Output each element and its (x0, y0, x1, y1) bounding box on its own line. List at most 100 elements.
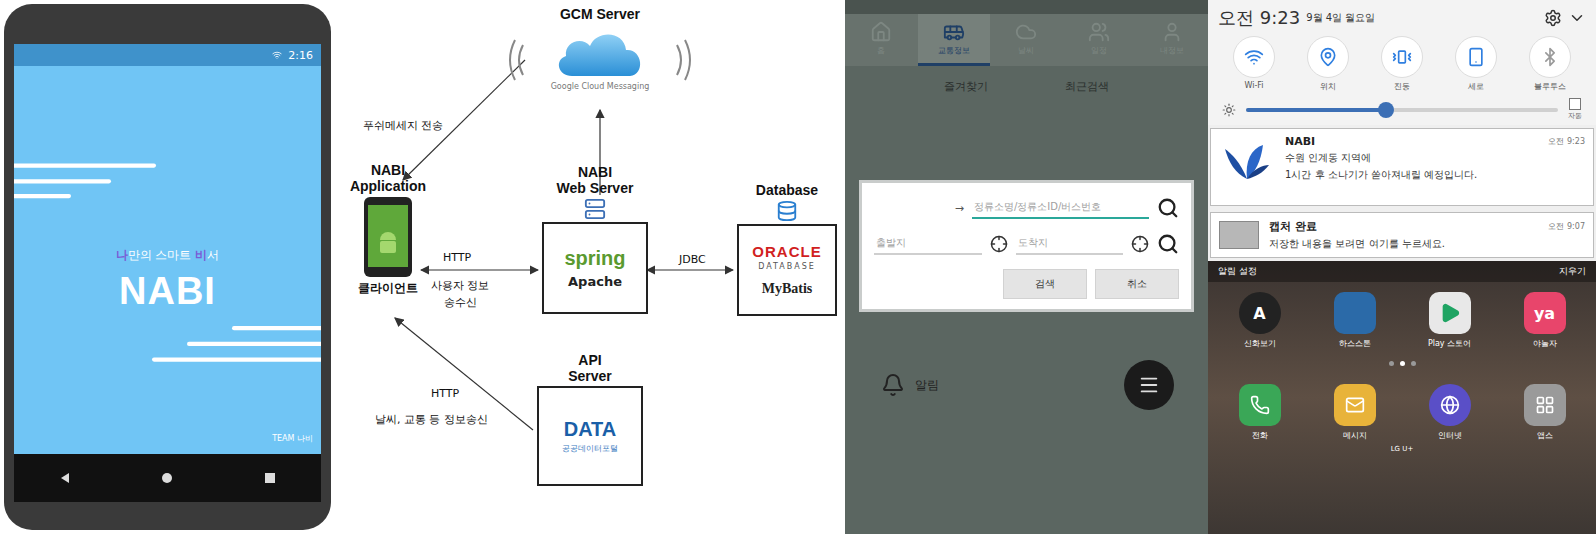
notification-card[interactable]: NABI오전 9:23수원 인계동 지역에1시간 후 소나기가 쏟아져내릴 예정… (1210, 128, 1594, 206)
shade-status: 오전 9:239월 4일 월요일 (1218, 6, 1586, 30)
notification-card[interactable]: 캡처 완료오전 9:07저장한 내용을 보려면 여기를 누르세요. (1210, 212, 1594, 258)
wifi-icon (272, 50, 282, 60)
tab-bar: 홈교통정보날씨일정내정보 (845, 14, 1208, 66)
notification-text: 캡처 완료오전 9:07저장한 내용을 보려면 여기를 누르세요. (1269, 219, 1585, 251)
dialog-row: 출발지 도착지 (874, 233, 1179, 255)
api-server-box: DATA공공데이터포털 (537, 386, 643, 486)
shade-date: 9월 4일 월요일 (1306, 11, 1538, 25)
recents-icon[interactable] (264, 472, 276, 484)
auto-checkbox[interactable] (1569, 98, 1581, 110)
tab[interactable]: 홈 (845, 14, 918, 66)
status-bar (845, 0, 1208, 14)
tab[interactable]: 일정 (1063, 14, 1136, 66)
sun-icon (1222, 103, 1236, 117)
tab-icon (1015, 21, 1037, 43)
dock-app[interactable]: 인터넷 (1410, 384, 1490, 441)
quick-toggle[interactable]: 블루투스 (1518, 36, 1582, 92)
app-shortcut[interactable]: A신화보기 (1220, 292, 1300, 349)
auto-brightness[interactable]: 자동 (1568, 98, 1582, 121)
status-time: 2:16 (288, 49, 313, 62)
edge-label: JDBC (679, 252, 706, 269)
node-title: NABIWeb Server (557, 164, 634, 196)
page-dot (1389, 361, 1394, 366)
quick-toggle[interactable]: 위치 (1296, 36, 1360, 92)
tab[interactable]: 내정보 (1135, 14, 1208, 66)
notification-time: 오전 9:07 (1548, 221, 1585, 232)
quick-toggle[interactable]: 진동 (1370, 36, 1434, 92)
app-shortcut[interactable]: 하스스톤 (1315, 292, 1395, 349)
carrier-label: LG U+ (1208, 441, 1596, 459)
alarm-item[interactable]: 알림 (881, 373, 939, 397)
locate-icon[interactable] (1131, 235, 1149, 253)
dock: 전화 메시지 인터넷 앱스 (1208, 374, 1596, 441)
toggle-circle (1455, 36, 1497, 78)
search-icon[interactable] (1157, 233, 1179, 255)
search-dialog: →정류소명/정류소ID/버스번호출발지 도착지검색 취소 (859, 180, 1194, 312)
search-icon[interactable] (1157, 197, 1179, 219)
dialog-button[interactable]: 취소 (1095, 269, 1179, 299)
from-field[interactable]: 출발지 (874, 233, 982, 255)
tab[interactable]: 교통정보 (918, 14, 991, 66)
notification-shade: 오전 9:239월 4일 월요일 Wi-Fi위치진동세로블루투스자동 NABI오전 … (1208, 0, 1596, 534)
tab-icon (870, 21, 892, 43)
play-store-icon (1439, 302, 1461, 324)
toggle-icon (1392, 47, 1412, 67)
server-icon (584, 198, 606, 220)
menu-fab[interactable] (1124, 360, 1174, 410)
splash-screen: 2:16나만의 스마트 비서NABITEAM 나비 (14, 44, 321, 502)
app-shortcut[interactable]: ya야놀자 (1505, 292, 1585, 349)
edge-label: 날씨, 교통 등 정보송신 (375, 412, 488, 429)
app-icon (1429, 292, 1471, 334)
transit-screen: 홈교통정보날씨일정내정보즐겨찾기 최근검색 →정류소명/정류소ID/버스번호출발지 도… (845, 0, 1208, 534)
locate-icon[interactable] (990, 235, 1008, 253)
app-node: NABIApplication 클라이언트 (345, 162, 431, 297)
tagline: 나만의 스마트 비서 (116, 247, 220, 264)
quick-toggle[interactable]: Wi-Fi (1222, 36, 1286, 92)
dialog-buttons: 검색 취소 (874, 269, 1179, 299)
oracle-logo: ORACLE (752, 244, 821, 259)
app-title: NABI (119, 270, 216, 313)
shade-footer: 알림 설정 지우기 (1208, 261, 1596, 282)
home-icon[interactable] (161, 472, 173, 484)
tab-icon (1161, 21, 1183, 43)
tab[interactable]: 날씨 (990, 14, 1063, 66)
dock-app[interactable]: 앱스 (1505, 384, 1585, 441)
gcm-server-node: GCM ServerGoogle Cloud Messaging (530, 6, 670, 91)
home-screen: 알림 설정 지우기 A신화보기 하스스톤 Play 스토어 ya야놀자전화 메시지 인터넷 앱스… (1208, 261, 1596, 534)
data-logo-sub: 공공데이터포털 (562, 443, 618, 454)
web-server-node: NABIWeb Server springApache (540, 164, 650, 314)
bell-icon (881, 373, 905, 397)
dialog-row: →정류소명/정류소ID/버스번호 (874, 197, 1179, 219)
slider-thumb[interactable] (1378, 102, 1394, 118)
gear-icon[interactable] (1544, 9, 1562, 27)
edge-label: 푸쉬메세지 전송 (363, 118, 444, 135)
toggle-circle (1381, 36, 1423, 78)
chevron-down-icon[interactable] (1568, 9, 1586, 27)
app-icon: ya (1524, 292, 1566, 334)
menu-icon (1138, 374, 1160, 396)
dialog-button[interactable]: 검색 (1003, 269, 1087, 299)
tagline-part: 서 (207, 248, 219, 262)
brightness-slider[interactable] (1246, 108, 1558, 112)
sub-tab[interactable]: 최근검색 (1065, 79, 1109, 94)
toggle-circle (1233, 36, 1275, 78)
notification-settings[interactable]: 알림 설정 (1218, 265, 1257, 278)
to-field[interactable]: 도착지 (1016, 233, 1124, 255)
slider-fill (1246, 108, 1386, 112)
edge-label: 사용자 정보송수신 (431, 278, 490, 311)
clear-button[interactable]: 지우기 (1559, 265, 1586, 278)
node-title: Database (756, 182, 818, 198)
figure: 2:16나만의 스마트 비서NABITEAM 나비GCM ServerGoogl… (0, 0, 1596, 534)
search-field[interactable]: 정류소명/정류소ID/버스번호 (972, 197, 1149, 219)
app-shortcut[interactable]: Play 스토어 (1410, 292, 1490, 349)
dock-app[interactable]: 전화 (1220, 384, 1300, 441)
back-icon[interactable] (59, 472, 71, 484)
sub-tab[interactable]: 즐겨찾기 (944, 79, 988, 94)
web-server-box: springApache (542, 222, 648, 314)
node-title: NABIApplication (350, 162, 426, 194)
edge-label: HTTP (443, 250, 471, 267)
client-caption: 클라이언트 (358, 280, 418, 297)
quick-toggle[interactable]: 세로 (1444, 36, 1508, 92)
dock-app[interactable]: 메시지 (1315, 384, 1395, 441)
toggle-icon (1244, 47, 1264, 67)
